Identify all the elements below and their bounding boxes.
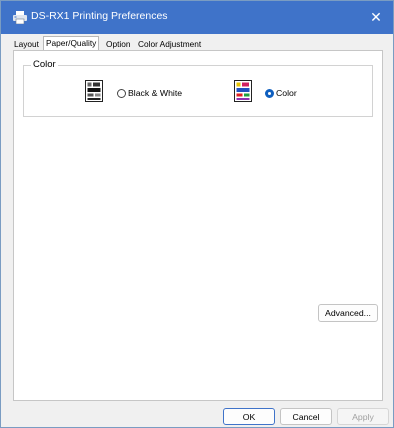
black-white-label[interactable]: Black & White	[128, 88, 182, 98]
tab-layout[interactable]: Layout	[11, 37, 42, 50]
color-group-label: Color	[31, 59, 58, 70]
paper-quality-panel: Color Black & White Color Advanced...	[13, 50, 383, 401]
tab-option[interactable]: Option	[103, 37, 133, 50]
close-icon: ✕	[370, 9, 382, 25]
color-radio[interactable]	[265, 89, 274, 98]
close-button[interactable]: ✕	[359, 1, 393, 34]
black-white-print-icon	[85, 80, 103, 102]
black-white-radio[interactable]	[117, 89, 126, 98]
window-title: DS-RX1 Printing Preferences	[31, 10, 168, 22]
apply-button[interactable]: Apply	[337, 408, 389, 425]
advanced-button[interactable]: Advanced...	[318, 304, 378, 322]
printing-preferences-dialog: DS-RX1 Printing Preferences ✕ Layout Pap…	[0, 0, 394, 428]
cancel-button[interactable]: Cancel	[280, 408, 332, 425]
color-print-icon	[234, 80, 252, 102]
ok-button[interactable]: OK	[223, 408, 275, 425]
tab-color-adjustment[interactable]: Color Adjustment	[135, 37, 204, 50]
color-label[interactable]: Color	[276, 88, 297, 98]
printer-icon	[13, 11, 27, 24]
title-bar: DS-RX1 Printing Preferences ✕	[1, 1, 393, 34]
color-groupbox: Color Black & White Color	[23, 59, 373, 117]
tab-paper-quality[interactable]: Paper/Quality	[43, 36, 100, 50]
